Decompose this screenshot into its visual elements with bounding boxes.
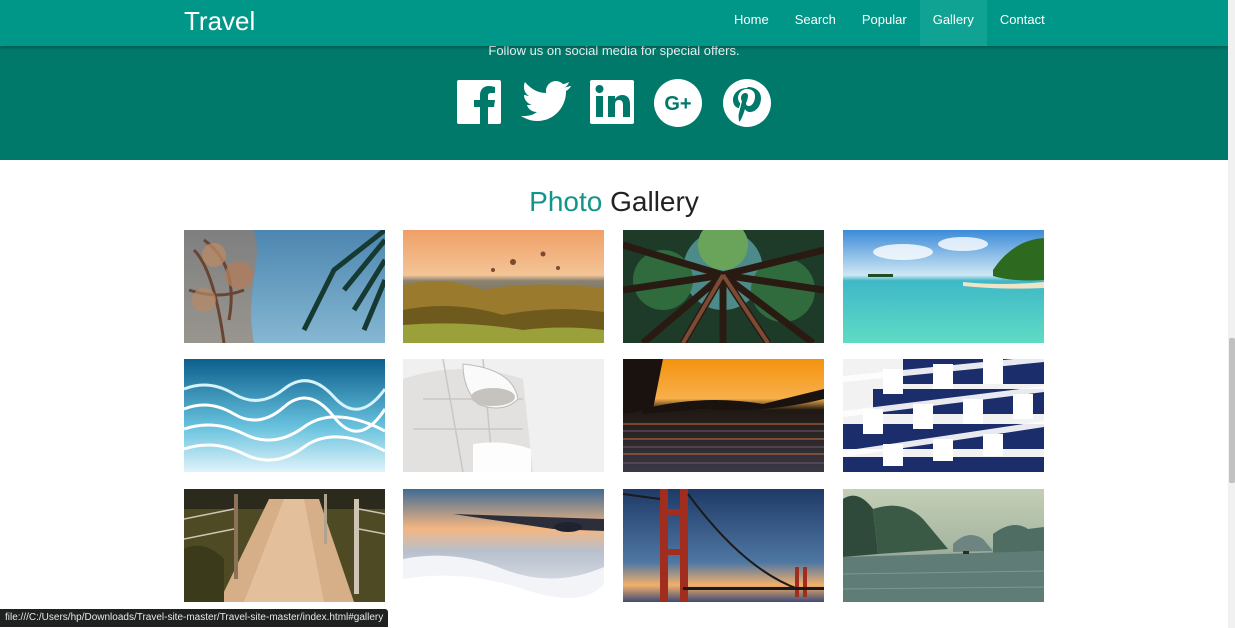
social-icons: G+ (456, 78, 776, 128)
nav-contact[interactable]: Contact (987, 0, 1058, 46)
linkedin-icon[interactable] (589, 78, 639, 128)
nav-home[interactable]: Home (721, 0, 782, 46)
navbar: Travel Home Search Popular Gallery Conta… (0, 0, 1228, 46)
svg-text:G+: G+ (664, 93, 691, 115)
underwater-ripples-photo[interactable] (184, 359, 385, 472)
nav-popular[interactable]: Popular (849, 0, 920, 46)
golden-gate-bridge-photo[interactable] (623, 489, 824, 602)
balloons-valley-photo[interactable] (403, 230, 604, 343)
gallery-title: Photo Gallery (0, 185, 1228, 219)
airplane-wing-clouds-photo[interactable] (403, 489, 604, 602)
vertical-scrollbar[interactable] (1228, 0, 1235, 628)
brand-logo[interactable]: Travel (184, 6, 255, 36)
scrollbar-thumb[interactable] (1229, 338, 1235, 483)
status-bar-url: file:///C:/Users/hp/Downloads/Travel-sit… (0, 609, 389, 627)
gallery-title-accent: Photo (529, 186, 603, 217)
nav-gallery[interactable]: Gallery (919, 0, 987, 46)
tree-palm-sky-photo[interactable] (184, 230, 385, 343)
page-viewport: Travel Home Search Popular Gallery Conta… (0, 0, 1228, 628)
twitter-icon[interactable] (520, 78, 571, 128)
google-plus-icon[interactable]: G+ (653, 78, 703, 128)
nav-search[interactable]: Search (782, 0, 849, 46)
facebook-icon[interactable] (456, 78, 506, 128)
social-banner: Follow us on social media for special of… (0, 43, 1228, 160)
forest-canopy-photo[interactable] (623, 230, 824, 343)
tropical-beach-photo[interactable] (843, 230, 1044, 343)
sunset-lake-photo[interactable] (623, 359, 824, 472)
white-architecture-photo[interactable] (403, 359, 604, 472)
gallery-title-rest: Gallery (610, 186, 699, 217)
cruise-balconies-photo[interactable] (843, 359, 1044, 472)
sandy-path-fence-photo[interactable] (184, 489, 385, 602)
pinterest-icon[interactable] (722, 78, 772, 128)
nav-links: Home Search Popular Gallery Contact (721, 0, 1058, 46)
bay-karst-islands-photo[interactable] (843, 489, 1044, 602)
